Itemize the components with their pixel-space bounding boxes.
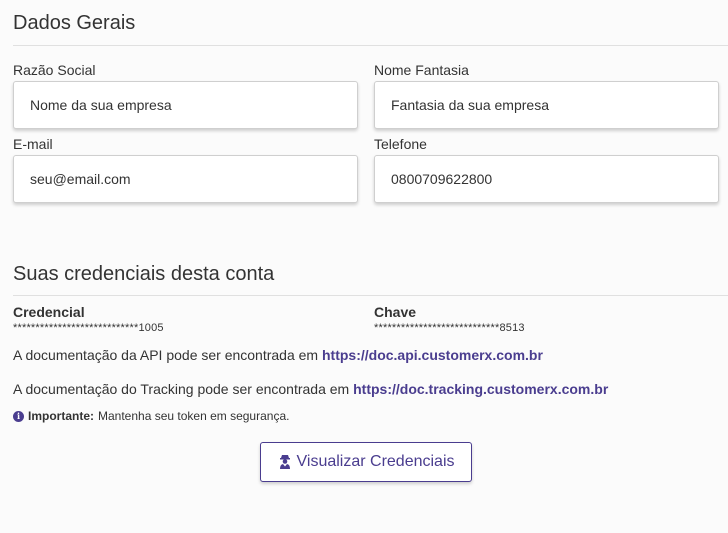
email-group: E-mail [13, 136, 358, 203]
chave-value: ****************************8513 [374, 322, 525, 334]
general-data-title: Dados Gerais [13, 12, 136, 34]
credencial-label: Credencial [13, 304, 85, 320]
info-icon: i [13, 410, 24, 422]
view-credentials-label: Visualizar Credenciais [296, 453, 455, 470]
telefone-input[interactable] [374, 155, 719, 203]
nome-fantasia-group: Nome Fantasia [374, 62, 719, 129]
company-settings-page: Dados Gerais Razão Social Nome Fantasia … [0, 0, 728, 533]
email-label: E-mail [13, 136, 53, 152]
general-data-divider [13, 45, 728, 46]
email-input[interactable] [13, 155, 358, 203]
nome-fantasia-input[interactable] [374, 81, 719, 129]
api-doc-text: A documentação da API pode ser encontrad… [13, 347, 322, 363]
credentials-title: Suas credenciais desta conta [13, 263, 275, 285]
view-credentials-button[interactable]: Visualizar Credenciais [260, 442, 472, 482]
api-doc-line: A documentação da API pode ser encontrad… [13, 346, 543, 364]
security-notice: i Importante: Mantenha seu token em segu… [13, 408, 289, 424]
chave-block: Chave ****************************8513 [374, 303, 525, 335]
api-doc-link[interactable]: https://doc.api.customerx.com.br [322, 347, 543, 363]
user-secret-icon [279, 455, 290, 469]
chave-label: Chave [374, 304, 417, 320]
credencial-value: ****************************1005 [13, 322, 164, 334]
notice-text: Mantenha seu token em segurança. [98, 409, 290, 423]
telefone-group: Telefone [374, 136, 719, 203]
nome-fantasia-label: Nome Fantasia [374, 62, 469, 78]
credencial-block: Credencial ****************************1… [13, 303, 164, 335]
tracking-doc-line: A documentação do Tracking pode ser enco… [13, 380, 608, 398]
tracking-doc-text: A documentação do Tracking pode ser enco… [13, 381, 354, 397]
razao-social-input[interactable] [13, 81, 358, 129]
tracking-doc-link[interactable]: https://doc.tracking.customerx.com.br [353, 381, 608, 397]
razao-social-label: Razão Social [13, 62, 96, 78]
credentials-divider [13, 295, 728, 296]
telefone-label: Telefone [374, 136, 427, 152]
notice-strong: Importante: [28, 409, 94, 423]
razao-social-group: Razão Social [13, 62, 358, 129]
